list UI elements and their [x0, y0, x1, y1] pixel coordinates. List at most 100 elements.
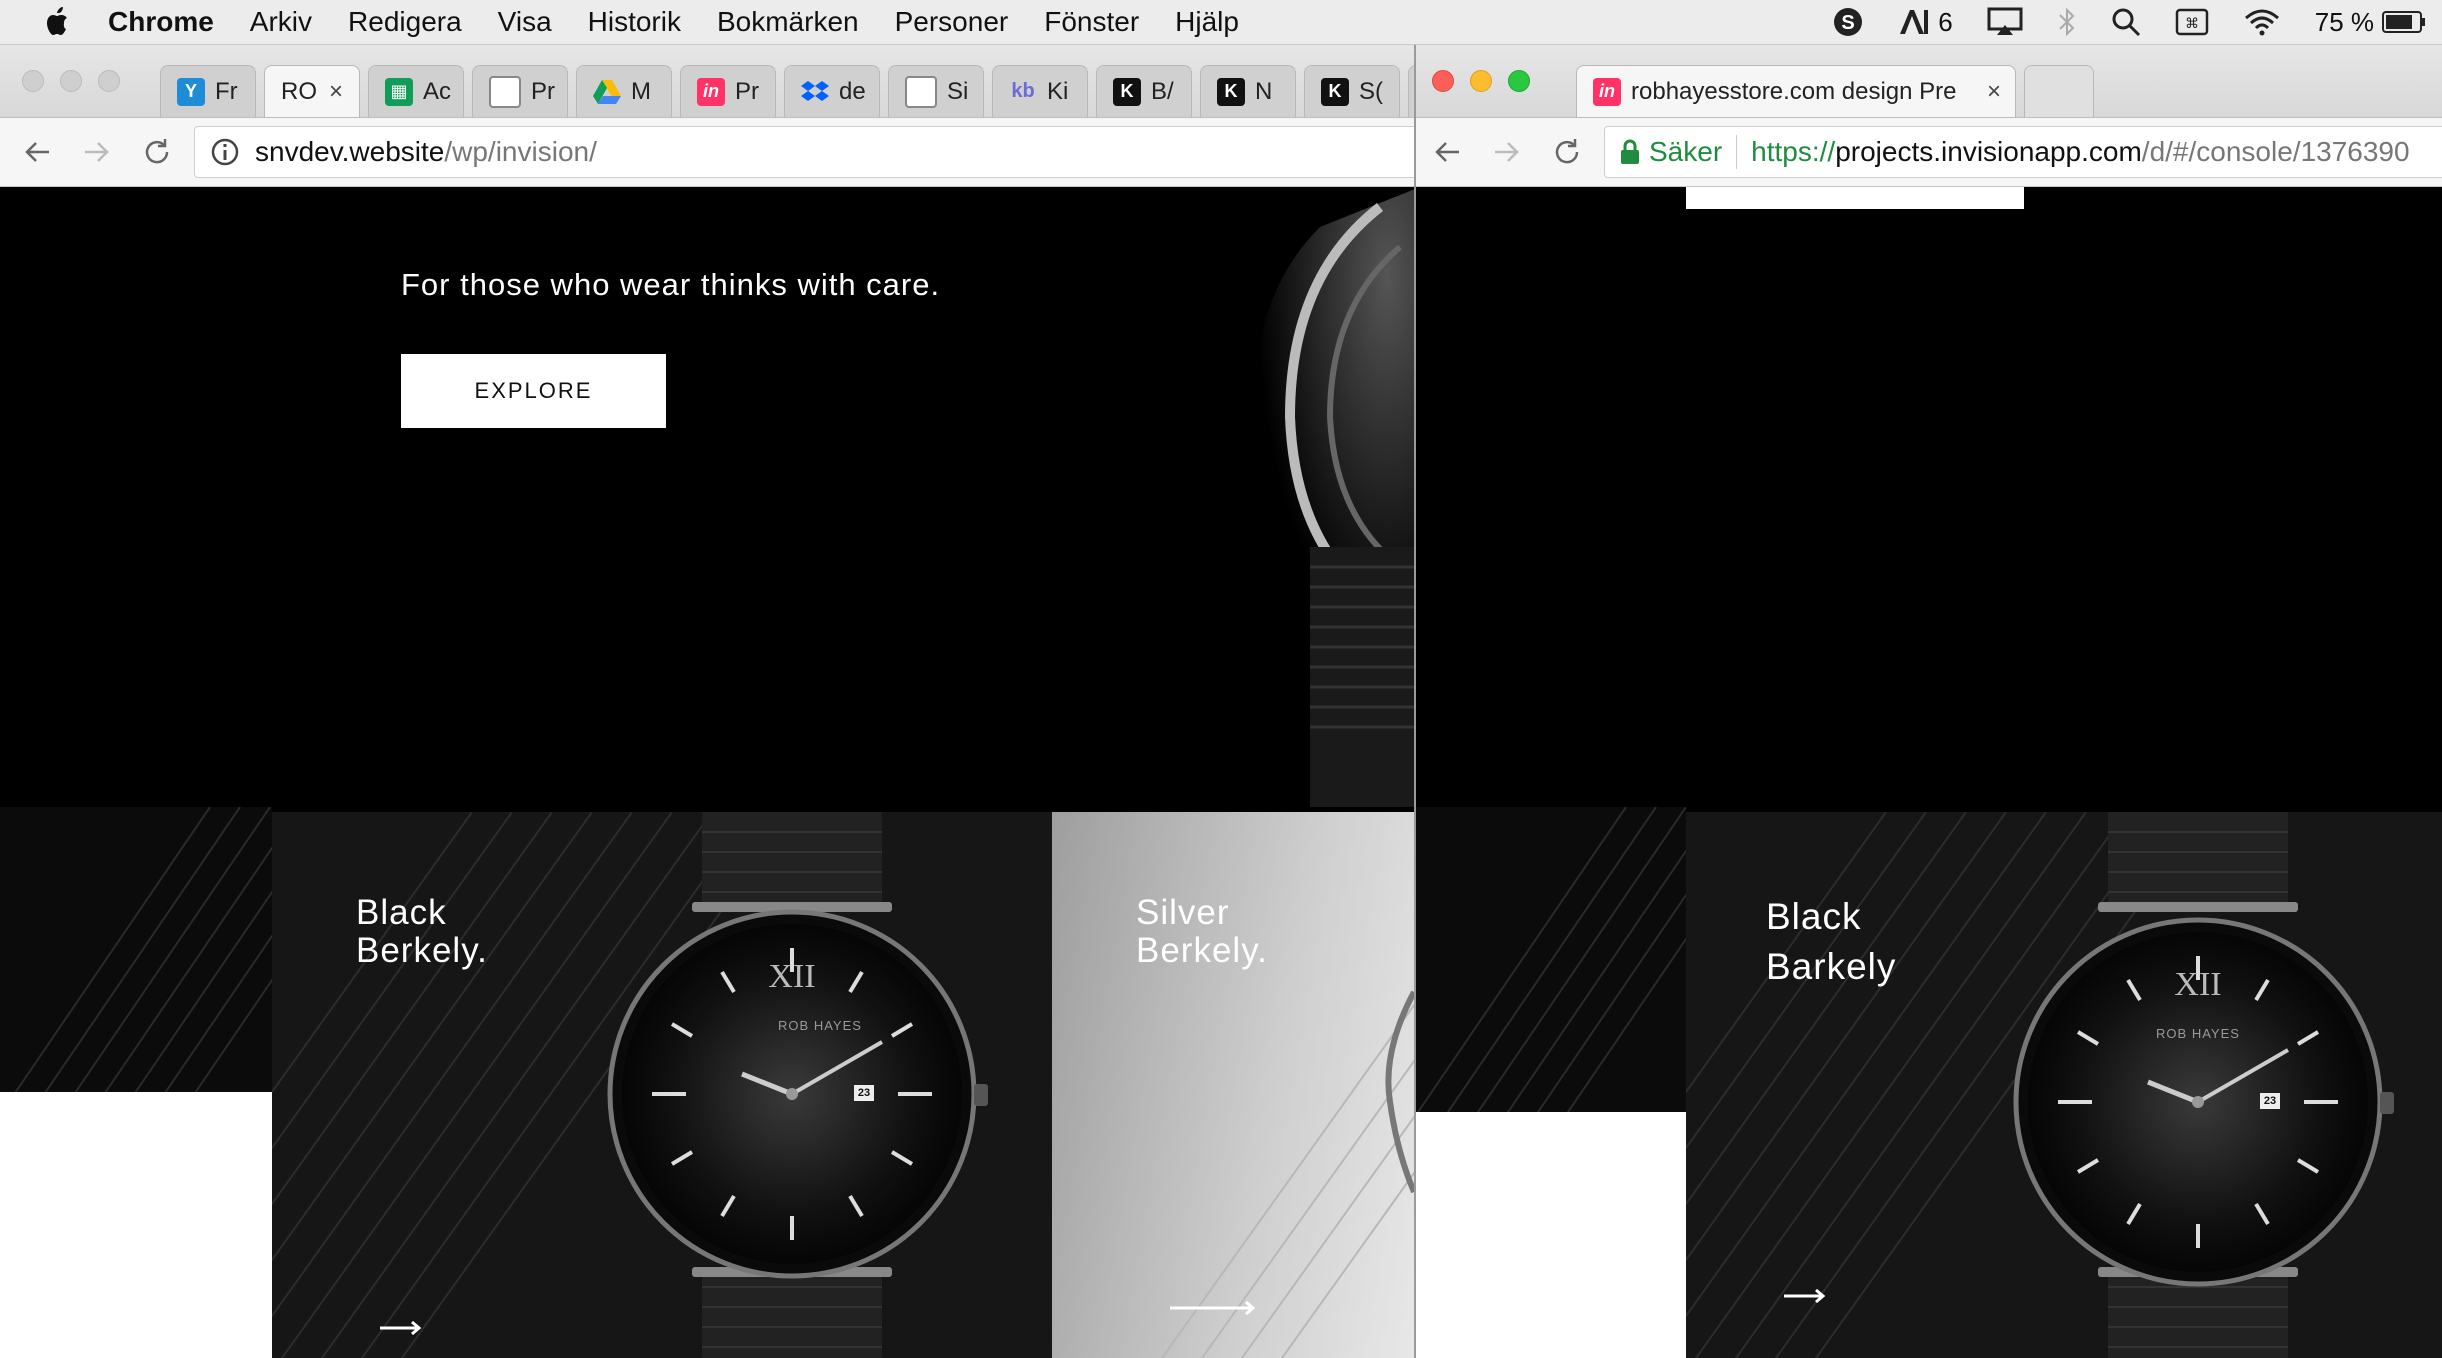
- svg-text:S: S: [1842, 12, 1855, 34]
- tab-9[interactable]: kb Ki: [992, 65, 1088, 117]
- spotlight-search-icon[interactable]: [2111, 7, 2141, 37]
- explore-button[interactable]: EXPLORE: [401, 354, 666, 428]
- browser-window-left: Y Fr RO × ▦ Ac Pr M in Pr de Si kb Ki K …: [0, 45, 1414, 1358]
- tab-6[interactable]: in Pr: [680, 65, 776, 117]
- tab-label: B/: [1151, 77, 1174, 105]
- status-area: S 6 ⌘ 75 %: [1832, 0, 2442, 44]
- product-card-black-berkely[interactable]: Black Berkely. XII ROB HAYES 23: [272, 812, 1052, 1358]
- arrow-right-icon[interactable]: [1784, 1288, 1826, 1304]
- card-title-line1: Black: [1766, 896, 1862, 937]
- drive-icon: [593, 78, 621, 106]
- tab-10[interactable]: K B/: [1096, 65, 1192, 117]
- bluetooth-icon[interactable]: [2057, 7, 2077, 37]
- tab-1[interactable]: Y Fr: [160, 65, 256, 117]
- tab-7[interactable]: de: [784, 65, 880, 117]
- tab-label: N: [1255, 77, 1273, 105]
- menu-historik[interactable]: Historik: [588, 6, 681, 38]
- close-tab-icon[interactable]: ×: [1987, 78, 2001, 106]
- tab-5[interactable]: M: [576, 65, 672, 117]
- watch-brand-label: ROB HAYES: [778, 1018, 862, 1033]
- tab-11[interactable]: K N: [1200, 65, 1296, 117]
- tab-label: M: [631, 77, 651, 105]
- menu-hjalp[interactable]: Hjälp: [1175, 6, 1239, 38]
- battery-status[interactable]: 75 %: [2315, 7, 2426, 38]
- skype-icon[interactable]: S: [1832, 6, 1864, 38]
- reload-button[interactable]: [134, 129, 180, 175]
- lock-icon[interactable]: [1619, 138, 1641, 166]
- hero-watch-image: [1256, 189, 1414, 807]
- watch-date-label: 23: [2263, 1095, 2277, 1107]
- tab-3[interactable]: ▦ Ac: [368, 65, 464, 117]
- minimize-window-button[interactable]: [60, 70, 82, 92]
- close-window-button[interactable]: [22, 70, 44, 92]
- card-title-line1: Black: [356, 893, 447, 932]
- menu-personer[interactable]: Personer: [895, 6, 1009, 38]
- back-button[interactable]: [1424, 129, 1470, 175]
- address-bar[interactable]: Säker https://projects.invisionapp.com/d…: [1604, 126, 2442, 178]
- apple-logo-icon[interactable]: [38, 0, 78, 44]
- back-arrow-icon: [1435, 142, 1459, 162]
- reload-icon: [1555, 139, 1579, 164]
- url-host: projects.invisionapp.com: [1835, 136, 2142, 167]
- browser-window-right: in robhayesstore.com design Pre × Säker …: [1414, 45, 2442, 1358]
- white-section: [0, 1092, 272, 1358]
- url-path: /d/#/console/1376390: [2141, 136, 2410, 167]
- reload-button[interactable]: [1544, 129, 1590, 175]
- tab-label: S(: [1359, 77, 1383, 105]
- invision-icon: in: [697, 77, 725, 106]
- window-controls: [22, 70, 120, 92]
- watch-image: XII: [607, 812, 988, 1358]
- info-icon[interactable]: [209, 136, 241, 168]
- minimize-window-button[interactable]: [1470, 70, 1492, 92]
- menu-fonster[interactable]: Fönster: [1044, 6, 1139, 38]
- card-title: Black Berkely.: [356, 894, 488, 970]
- product-card-black-barkely[interactable]: Black Barkely XII ROB HAYES 23: [1686, 812, 2442, 1358]
- wifi-icon[interactable]: [2243, 7, 2281, 37]
- tab-invision-active[interactable]: in robhayesstore.com design Pre ×: [1576, 65, 2016, 117]
- product-card-silver-berkely[interactable]: Silver Berkely.: [1052, 812, 1414, 1358]
- adobe-cc-icon[interactable]: 6: [1898, 7, 1953, 38]
- forward-button[interactable]: [1484, 129, 1530, 175]
- dropbox-icon: [801, 78, 829, 106]
- tab-12[interactable]: K S(: [1304, 65, 1400, 117]
- tab-2-active[interactable]: RO ×: [264, 65, 360, 117]
- tab-8[interactable]: Si: [888, 65, 984, 117]
- card-title: Black Barkely: [1766, 892, 1896, 992]
- new-tab-button[interactable]: [2024, 65, 2094, 117]
- card-title-line2: Berkely.: [356, 931, 488, 970]
- close-tab-icon[interactable]: ×: [329, 78, 343, 106]
- back-button[interactable]: [14, 129, 60, 175]
- forward-button[interactable]: [74, 129, 120, 175]
- menu-arkiv[interactable]: Arkiv: [250, 6, 312, 38]
- tab-label: RO: [281, 77, 317, 105]
- menu-visa[interactable]: Visa: [498, 6, 552, 38]
- url-scheme: https://: [1751, 136, 1836, 167]
- zoom-window-button[interactable]: [98, 70, 120, 92]
- card-title: Silver Berkely.: [1136, 894, 1268, 970]
- menu-bar: Chrome Arkiv Redigera Visa Historik Bokm…: [0, 0, 2442, 45]
- svg-text:XII: XII: [768, 958, 815, 995]
- k-icon: K: [1321, 77, 1349, 106]
- zoom-window-button[interactable]: [1508, 70, 1530, 92]
- card-title-line1: Silver: [1136, 893, 1230, 932]
- url-path: /wp/invision/: [444, 136, 597, 167]
- browser-toolbar: Säker https://projects.invisionapp.com/d…: [1416, 118, 2442, 187]
- keyboard-input-icon[interactable]: ⌘: [2175, 8, 2209, 36]
- kb-icon: kb: [1011, 80, 1035, 102]
- sheets-icon: ▦: [385, 77, 413, 106]
- tab-4[interactable]: Pr: [472, 65, 568, 117]
- menu-bokmarken[interactable]: Bokmärken: [717, 6, 859, 38]
- address-bar[interactable]: snvdev.website/wp/invision/: [194, 126, 1414, 178]
- arrow-right-icon[interactable]: [1170, 1300, 1256, 1316]
- tab-label: de: [839, 77, 866, 105]
- white-section: [1416, 1112, 1686, 1358]
- back-arrow-icon: [25, 142, 49, 162]
- close-window-button[interactable]: [1432, 70, 1454, 92]
- page-content: For those who wear thinks with care. EXP…: [0, 187, 1414, 1358]
- menu-redigera[interactable]: Redigera: [348, 6, 462, 38]
- prototype-content: Black Barkely XII ROB HAYES 23: [1416, 187, 2442, 1358]
- menu-app-chrome[interactable]: Chrome: [108, 6, 214, 38]
- arrow-right-icon[interactable]: [380, 1320, 422, 1336]
- k-icon: K: [1113, 77, 1141, 106]
- airplay-icon[interactable]: [1987, 7, 2023, 37]
